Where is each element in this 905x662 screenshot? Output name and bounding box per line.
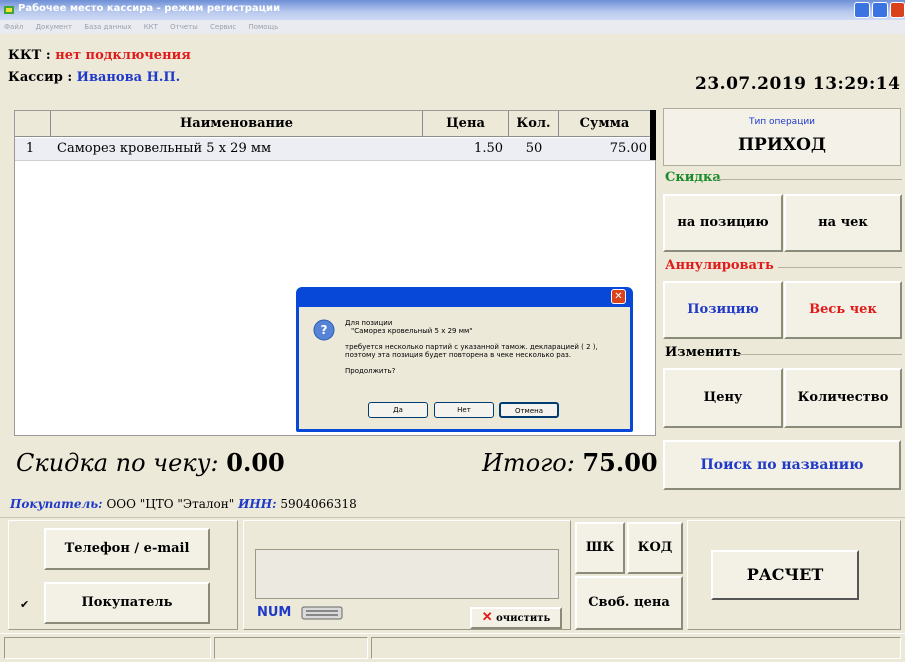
menu-service[interactable]: Сервис — [210, 23, 236, 31]
check-discount: Скидка по чеку: 0.00 — [16, 448, 285, 477]
cancel-check-button[interactable]: Весь чек — [784, 281, 902, 339]
table-scroll-edge — [650, 110, 656, 160]
cashier-name: Иванова Н.П. — [76, 70, 181, 85]
column-header-name[interactable]: Наименование — [51, 111, 423, 137]
menu-bar: Файл Документ База данных ККТ Отчеты Сер… — [0, 20, 905, 34]
menu-file[interactable]: Файл — [4, 23, 23, 31]
confirm-dialog: ✕ ? Для позиции "Саморез кровельный 5 х … — [296, 287, 633, 432]
check-discount-value: 0.00 — [226, 448, 285, 477]
row-divider — [15, 160, 655, 161]
operation-type-value[interactable]: ПРИХОД — [664, 135, 900, 155]
change-price-button[interactable]: Цену — [663, 368, 783, 428]
buyer-name: ООО "ЦТО "Эталон" — [106, 497, 235, 511]
buyer-checkbox[interactable]: ✔ — [20, 598, 29, 611]
divider — [738, 354, 902, 355]
dialog-body: ? Для позиции "Саморез кровельный 5 х 29… — [299, 307, 630, 429]
dialog-line-5: Продолжить? — [345, 367, 396, 375]
cashier-info: Кассир : Иванова Н.П. — [8, 70, 180, 85]
change-qty-button[interactable]: Количество — [784, 368, 902, 428]
check-total: Итого: 75.00 — [482, 448, 658, 477]
search-by-name-button[interactable]: Поиск по названию — [663, 440, 901, 490]
menu-reports[interactable]: Отчеты — [170, 23, 198, 31]
divider — [778, 267, 902, 268]
dialog-cancel-button[interactable]: Отмена — [499, 402, 559, 418]
discount-group-title: Скидка — [665, 170, 721, 185]
status-segment — [4, 637, 211, 659]
buyer-label: Покупатель: — [10, 497, 103, 511]
keyboard-icon[interactable] — [301, 606, 343, 620]
inn-value: 5904066318 — [280, 497, 357, 511]
operation-type-label: Тип операции — [748, 117, 816, 127]
dialog-line-4: поэтому эта позиция будет повторена в че… — [345, 351, 571, 359]
pay-button[interactable]: РАСЧЕТ — [711, 550, 859, 600]
dialog-yes-button[interactable]: Да — [368, 402, 428, 418]
row-name: Саморез кровельный 5 х 29 мм — [57, 141, 272, 156]
kkt-label: ККТ : — [8, 48, 51, 63]
menu-document[interactable]: Документ — [36, 23, 72, 31]
menu-database[interactable]: База данных — [84, 23, 131, 31]
row-sum: 75.00 — [609, 141, 647, 156]
title-bar: Рабочее место кассира - режим регистраци… — [0, 0, 905, 20]
close-button[interactable] — [890, 2, 905, 18]
operation-type-panel: Тип операции ПРИХОД — [663, 108, 901, 166]
window-title: Рабочее место кассира - режим регистраци… — [18, 3, 281, 14]
dialog-line-3: требуется несколько партий с указанной т… — [345, 343, 598, 351]
dialog-line-1: Для позиции — [345, 319, 393, 327]
question-icon: ? — [313, 319, 335, 341]
check-total-value: 75.00 — [582, 448, 658, 477]
row-num: 1 — [25, 141, 35, 156]
menu-help[interactable]: Помощь — [248, 23, 278, 31]
svg-text:?: ? — [321, 323, 328, 337]
app-icon — [4, 6, 14, 14]
check-total-label: Итого: — [482, 449, 575, 477]
discount-item-button[interactable]: на позицию — [663, 194, 783, 252]
dialog-line-2: "Саморез кровельный 5 х 29 мм" — [351, 327, 473, 335]
check-discount-label: Скидка по чеку: — [16, 449, 219, 477]
status-segment — [371, 637, 901, 659]
menu-kkt[interactable]: ККТ — [144, 23, 158, 31]
dialog-no-button[interactable]: Нет — [434, 402, 494, 418]
column-header-qty[interactable]: Кол. — [509, 111, 559, 137]
clear-x-icon: ✕ — [481, 610, 493, 625]
clear-button[interactable]: ✕ очистить — [470, 607, 562, 629]
minimize-button[interactable] — [854, 2, 870, 18]
datetime: 23.07.2019 13:29:14 — [695, 74, 901, 94]
column-header-price[interactable]: Цена — [423, 111, 509, 137]
free-price-button[interactable]: Своб. цена — [575, 576, 683, 630]
code-button[interactable]: КОД — [627, 522, 683, 574]
dialog-close-button[interactable]: ✕ — [611, 289, 626, 304]
phone-email-button[interactable]: Телефон / e-mail — [44, 528, 210, 570]
inn-label: ИНН: — [238, 497, 277, 511]
kkt-status-value: нет подключения — [55, 48, 191, 63]
kkt-status: ККТ : нет подключения — [8, 48, 191, 63]
row-price: 1.50 — [474, 141, 503, 156]
barcode-button[interactable]: ШК — [575, 522, 625, 574]
clear-label: очистить — [496, 613, 551, 624]
maximize-button[interactable] — [872, 2, 888, 18]
row-qty: 50 — [525, 141, 543, 156]
barcode-input[interactable] — [255, 549, 559, 599]
change-group-title: Изменить — [665, 345, 742, 360]
buyer-info: Покупатель: ООО "ЦТО "Эталон" ИНН: 59040… — [10, 497, 357, 511]
divider — [714, 179, 902, 180]
cancel-group-title: Аннулировать — [665, 258, 774, 273]
discount-check-button[interactable]: на чек — [784, 194, 902, 252]
status-segment — [214, 637, 368, 659]
column-header-sum[interactable]: Сумма — [559, 111, 651, 137]
cashier-label: Кассир : — [8, 70, 73, 85]
column-header-num — [15, 111, 51, 137]
num-indicator: NUM — [257, 605, 292, 620]
cancel-item-button[interactable]: Позицию — [663, 281, 783, 339]
buyer-button[interactable]: Покупатель — [44, 582, 210, 624]
